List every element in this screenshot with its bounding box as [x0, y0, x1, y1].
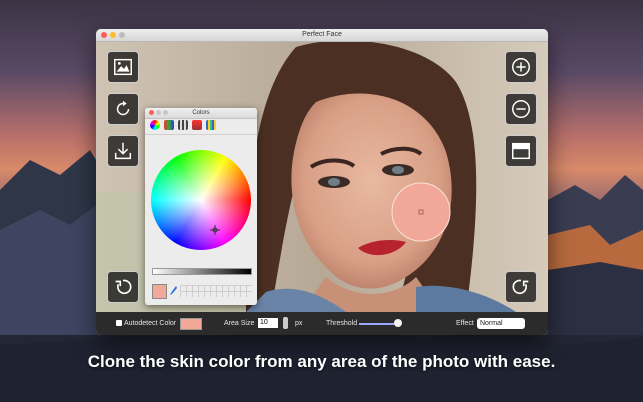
- color-wheel-tab[interactable]: [150, 120, 160, 130]
- brightness-slider[interactable]: [152, 268, 252, 275]
- image-palettes-tab[interactable]: [192, 120, 202, 130]
- px-label: px: [295, 320, 303, 327]
- color-swatches-grid[interactable]: [180, 285, 252, 297]
- colors-zoom-button[interactable]: [163, 110, 168, 115]
- colors-close-button[interactable]: [149, 110, 154, 115]
- rotate-icon: [116, 100, 130, 116]
- open-image-button[interactable]: [107, 51, 139, 83]
- zoom-button[interactable]: [119, 32, 125, 38]
- title-bar: Perfect Face: [96, 29, 548, 42]
- threshold-slider-knob[interactable]: [394, 319, 402, 327]
- window-title: Perfect Face: [302, 31, 342, 38]
- selected-color-swatch[interactable]: [152, 284, 167, 299]
- area-size-label: Area Size: [224, 320, 255, 327]
- split-view-button[interactable]: [505, 135, 537, 167]
- palettes-tab[interactable]: [178, 120, 188, 130]
- threshold-slider[interactable]: [359, 323, 399, 325]
- effect-label: Effect: [456, 320, 474, 327]
- colors-panel-title: Colors: [192, 110, 210, 116]
- undo-icon: [115, 279, 132, 295]
- download-icon: [114, 142, 132, 160]
- plus-circle-icon: [512, 58, 530, 76]
- colors-panel-titlebar: Colors: [145, 108, 257, 119]
- save-button[interactable]: [107, 135, 139, 167]
- promo-caption: Clone the skin color from any area of th…: [87, 352, 556, 371]
- redo-button[interactable]: [505, 271, 537, 303]
- color-mode-tabs: [145, 119, 257, 135]
- effect-select[interactable]: Normal: [477, 318, 525, 329]
- app-window: Perfect Face Colors Autodetect Color Are…: [96, 29, 548, 335]
- threshold-label: Threshold: [326, 320, 358, 327]
- autodetect-checkbox[interactable]: [116, 320, 122, 326]
- eyedropper-icon[interactable]: [168, 285, 178, 297]
- image-icon: [114, 58, 132, 76]
- split-view-icon: [512, 142, 530, 160]
- minus-circle-icon: [512, 100, 530, 118]
- crosshair-icon: [210, 225, 220, 235]
- rotate-button[interactable]: [107, 93, 139, 125]
- current-color-swatch[interactable]: [180, 318, 202, 330]
- zoom-out-button[interactable]: [505, 93, 537, 125]
- colors-minimize-button[interactable]: [156, 110, 161, 115]
- sliders-tab[interactable]: [164, 120, 174, 130]
- pencils-tab[interactable]: [206, 120, 216, 130]
- minimize-button[interactable]: [110, 32, 116, 38]
- autodetect-label: Autodetect Color: [124, 320, 177, 327]
- zoom-in-button[interactable]: [505, 51, 537, 83]
- bottom-bar: Autodetect Color Area Size 10 px Thresho…: [96, 312, 548, 335]
- clone-brush-circle: [391, 182, 451, 242]
- area-size-input[interactable]: 10: [258, 318, 278, 328]
- colors-panel: Colors: [145, 108, 257, 305]
- area-size-stepper[interactable]: [283, 317, 288, 329]
- undo-button[interactable]: [107, 271, 139, 303]
- redo-icon: [512, 279, 529, 295]
- color-wheel[interactable]: [151, 150, 251, 250]
- close-button[interactable]: [101, 32, 107, 38]
